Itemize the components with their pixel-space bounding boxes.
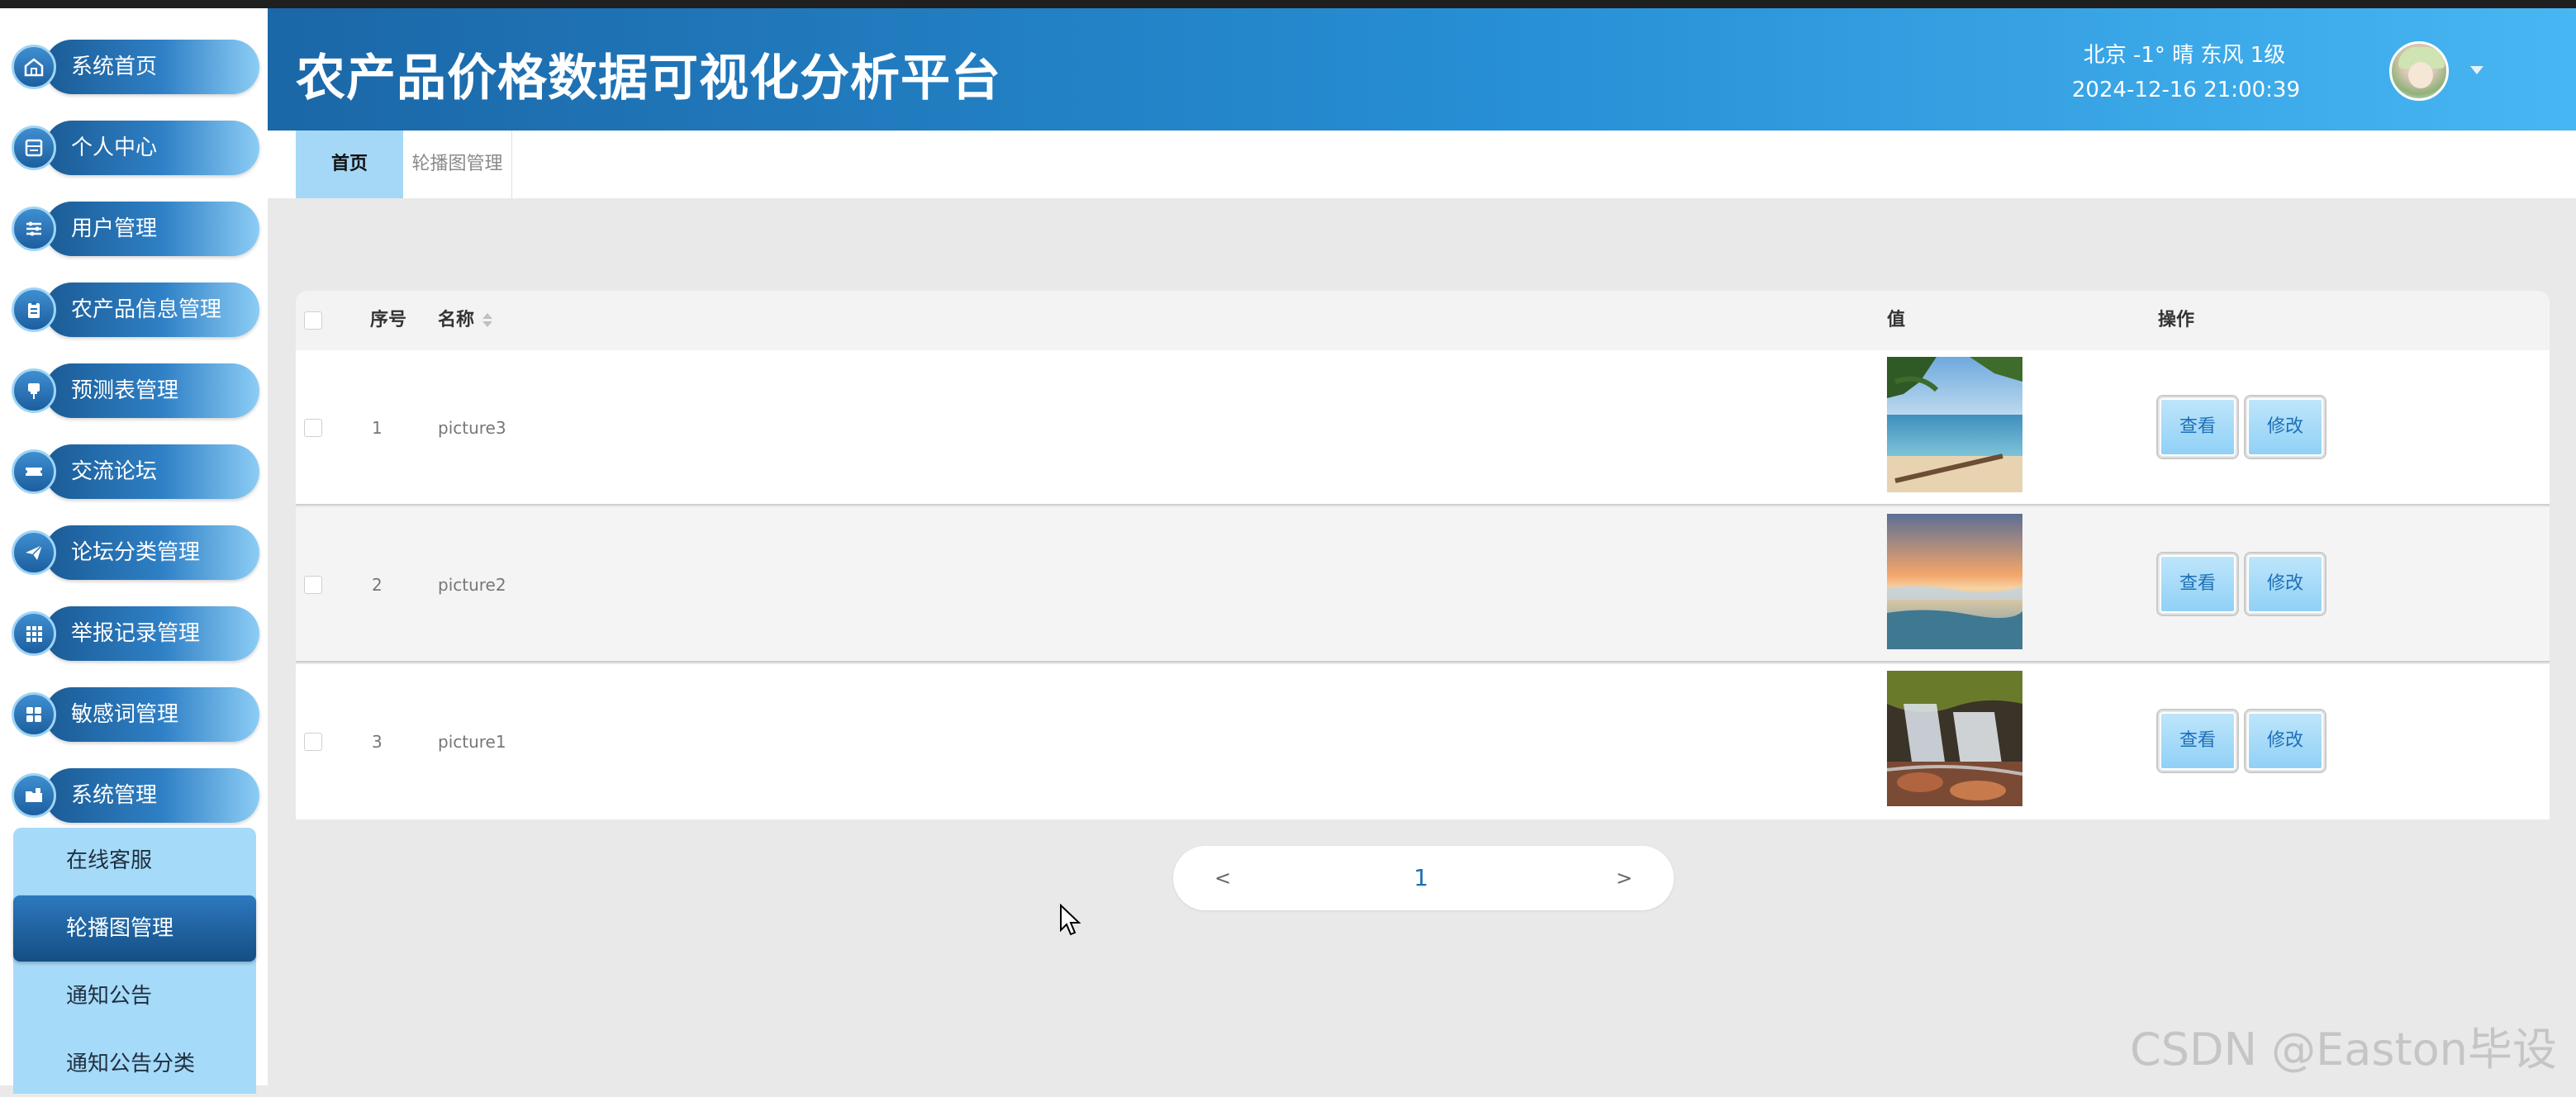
row-num: 2 [372,575,383,595]
tab-carousel[interactable]: 轮播图管理 [403,131,512,198]
apps-icon [12,692,56,737]
current-datetime: 2024-12-16 21:00:39 [2071,78,2300,102]
sidebar-item-label: 敏感词管理 [71,702,179,727]
sidebar-item-forum[interactable]: 交流论坛 [12,444,259,499]
prev-page-button[interactable]: < [1206,846,1239,910]
clipboard-icon [12,287,56,332]
row-num: 3 [372,732,383,752]
sidebar-item-forecast[interactable]: 预测表管理 [12,363,259,418]
submenu-item-notice-category[interactable]: 通知公告分类 [13,1031,256,1097]
next-page-button[interactable]: > [1608,846,1641,910]
table-row: 3 picture1 查看 修改 [296,664,2550,819]
sidebar: 系统首页 个人中心 用户管理 农产品信息管理 预测表管理 交流论坛 论坛分类管理… [0,8,268,1094]
row-name: picture2 [438,575,506,595]
sidebar-item-label: 个人中心 [71,135,158,160]
edit-button[interactable]: 修改 [2246,710,2325,772]
sidebar-item-label: 预测表管理 [71,378,179,403]
sunset-sea-thumbnail[interactable] [1887,514,2022,649]
grid-icon [12,611,56,656]
tab-bar: 首页 轮播图管理 [268,131,2576,198]
table-row: 2 picture2 查看 修改 [296,507,2550,662]
edit-button[interactable]: 修改 [2246,397,2325,458]
beach-thumbnail[interactable] [1887,357,2022,492]
app-header: 农产品价格数据可视化分析平台 北京 -1° 晴 东风 1级 2024-12-16… [268,8,2576,131]
avatar[interactable] [2389,41,2449,101]
system-submenu: 在线客服 轮播图管理 通知公告 通知公告分类 [13,828,256,1094]
profile-card-icon [12,126,56,170]
avatar-face [2408,62,2433,88]
row-name: picture1 [438,732,506,752]
row-checkbox[interactable] [304,576,322,594]
sidebar-item-home[interactable]: 系统首页 [12,40,259,94]
sidebar-item-label: 论坛分类管理 [71,540,201,565]
watermark: CSDN @Easton毕设 [2130,1023,2557,1076]
sidebar-item-reports[interactable]: 举报记录管理 [12,606,259,661]
sidebar-item-profile[interactable]: 个人中心 [12,121,259,175]
sidebar-item-label: 举报记录管理 [71,621,201,646]
chevron-down-icon[interactable] [2470,66,2483,74]
submenu-item-customer-service[interactable]: 在线客服 [13,828,256,894]
sliders-icon [12,207,56,251]
pagination: < 1 > [1173,846,1674,910]
column-header-actions: 操作 [2158,310,2195,330]
sidebar-item-products[interactable]: 农产品信息管理 [12,283,259,337]
mouse-cursor-icon [1059,903,1082,937]
row-num: 1 [372,418,383,438]
pin-icon [12,368,56,413]
sidebar-item-label: 系统管理 [71,783,158,808]
sidebar-item-label: 用户管理 [71,216,158,241]
sidebar-item-label: 农产品信息管理 [71,297,222,322]
submenu-item-notices[interactable]: 通知公告 [13,963,256,1029]
edit-button[interactable]: 修改 [2246,553,2325,615]
row-name: picture3 [438,418,506,438]
current-page[interactable]: 1 [1396,846,1446,910]
sidebar-item-label: 交流论坛 [71,459,158,484]
column-header-value: 值 [1887,310,1906,330]
column-header-num: 序号 [370,310,407,330]
app-title: 农产品价格数据可视化分析平台 [296,50,1001,107]
table-row: 1 picture3 查看 修改 [296,350,2550,506]
row-checkbox[interactable] [304,419,322,437]
table-header: 序号 名称 值 操作 [296,291,2550,350]
home-icon [12,45,56,89]
sidebar-item-sensitive-words[interactable]: 敏感词管理 [12,687,259,742]
carousel-table: 序号 名称 值 操作 1 picture3 查看 修改 2 picture2 查… [296,291,2550,819]
sort-icon[interactable] [481,311,493,330]
column-header-name-label: 名称 [438,310,475,330]
sidebar-item-users[interactable]: 用户管理 [12,202,259,256]
paper-plane-icon [12,530,56,575]
waterfall-thumbnail[interactable] [1887,671,2022,806]
view-button[interactable]: 查看 [2158,710,2237,772]
folder-icon [12,773,56,818]
view-button[interactable]: 查看 [2158,553,2237,615]
sidebar-item-system[interactable]: 系统管理 [12,768,259,823]
column-header-name[interactable]: 名称 [438,291,493,350]
view-button[interactable]: 查看 [2158,397,2237,458]
weather-info: 北京 -1° 晴 东风 1级 [2083,43,2286,68]
sidebar-item-label: 系统首页 [71,55,158,79]
ticket-icon [12,449,56,494]
window-top-strip [0,0,2576,8]
submenu-item-carousel[interactable]: 轮播图管理 [13,895,256,962]
tab-home[interactable]: 首页 [296,131,403,198]
row-checkbox[interactable] [304,733,322,751]
sidebar-item-forum-category[interactable]: 论坛分类管理 [12,525,259,580]
select-all-checkbox[interactable] [304,311,322,330]
